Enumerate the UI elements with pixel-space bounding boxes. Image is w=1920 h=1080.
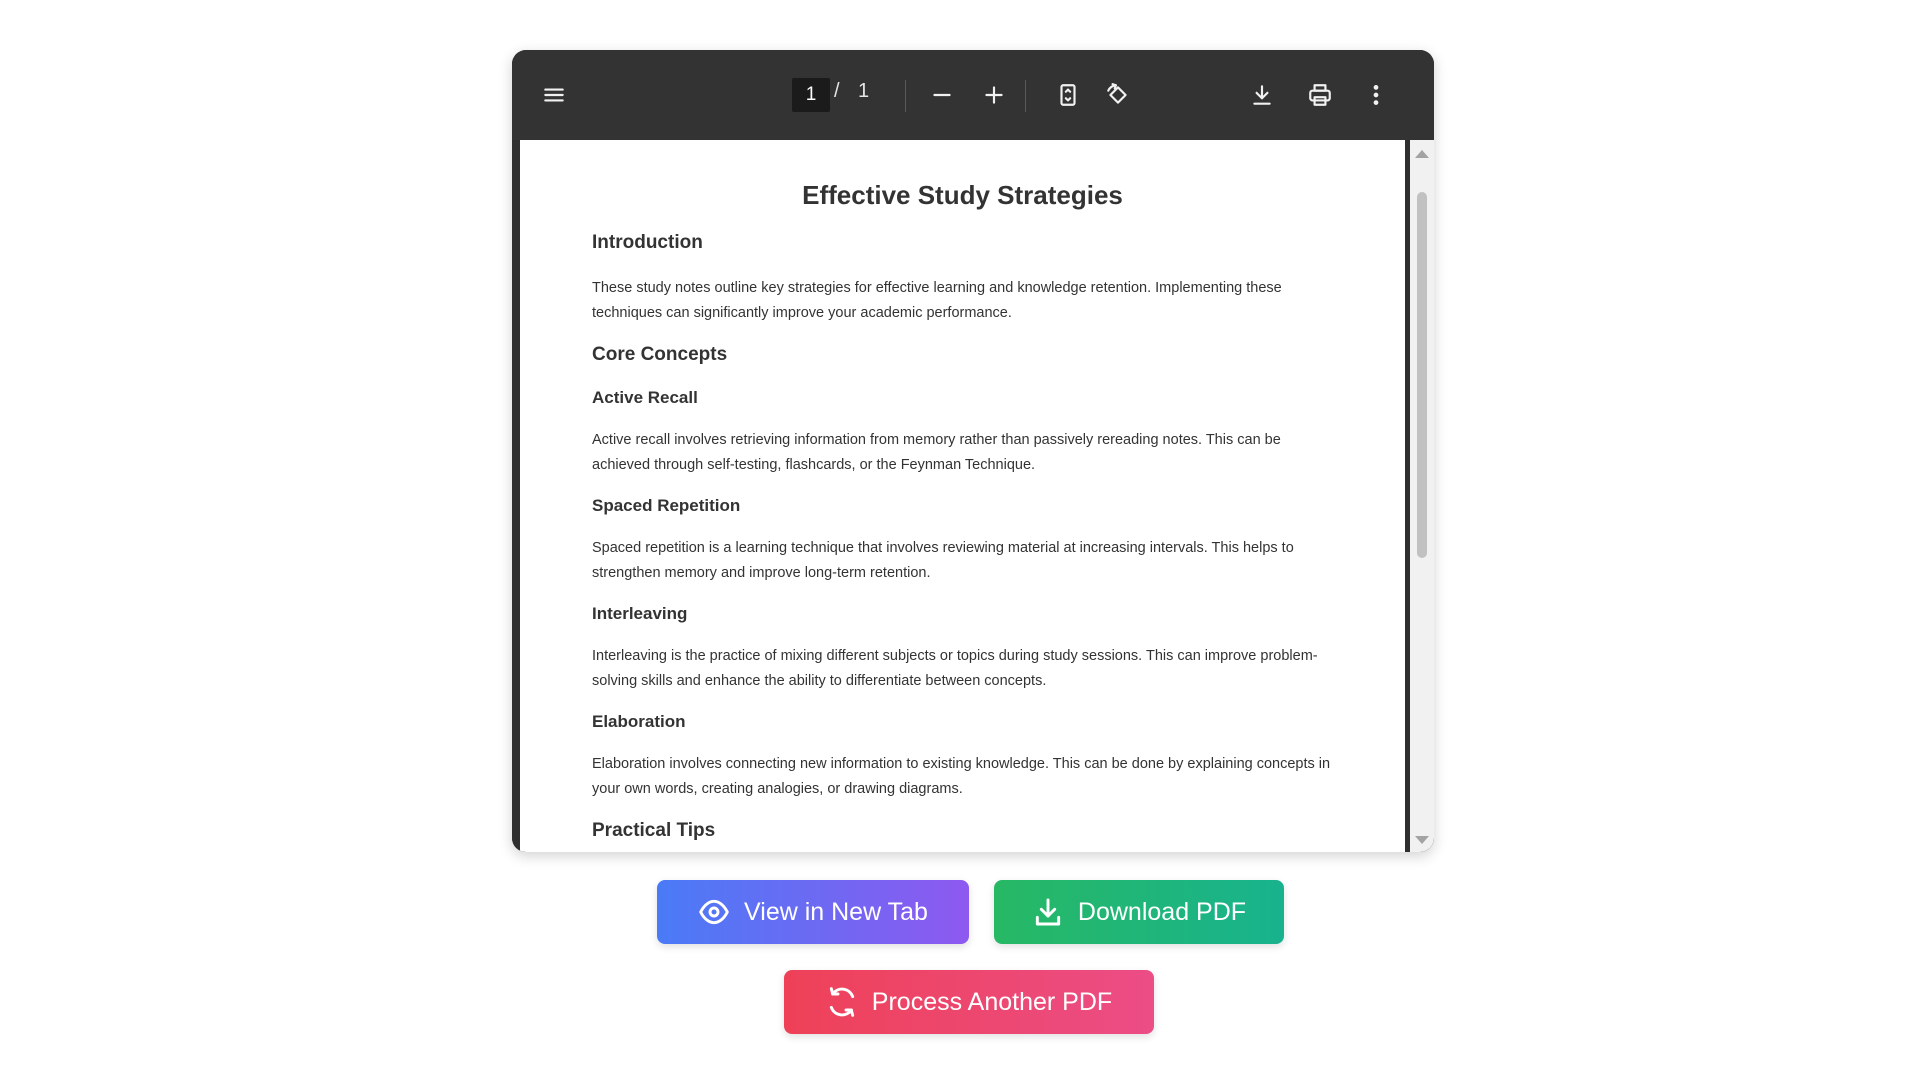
document-area[interactable]: Effective Study Strategies Introduction …: [512, 140, 1434, 852]
practical-tips-heading: Practical Tips: [592, 820, 716, 841]
intro-text: These study notes outline key strategies…: [592, 280, 1282, 321]
rotate-icon[interactable]: [1100, 77, 1136, 113]
section-heading: Elaboration: [592, 712, 686, 731]
page-separator: /: [834, 80, 840, 102]
download-pdf-label: Download PDF: [1077, 897, 1247, 926]
refresh-icon: [829, 987, 854, 1017]
fit-page-icon[interactable]: [1050, 77, 1086, 113]
vertical-scrollbar[interactable]: [1410, 140, 1434, 852]
scroll-down-arrow-icon[interactable]: [1415, 836, 1429, 844]
section-text: Elaboration involves connecting new info…: [592, 756, 1331, 797]
plus-icon[interactable]: [976, 77, 1012, 113]
toolbar-divider: [905, 80, 906, 112]
pdf-viewer: 1 / 1 Effective Study Strategies Introdu…: [512, 50, 1434, 852]
download-icon[interactable]: [1244, 77, 1280, 113]
hamburger-menu-icon[interactable]: [536, 77, 572, 113]
view-in-new-tab-label: View in New Tab: [744, 897, 928, 926]
eye-icon: [699, 899, 729, 925]
scrollbar-thumb[interactable]: [1417, 192, 1427, 558]
download-icon: [1035, 898, 1061, 926]
section-heading: Active Recall: [592, 388, 698, 407]
section-text: Spaced repetition is a learning techniqu…: [592, 540, 1294, 581]
section-text: Interleaving is the practice of mixing d…: [592, 648, 1318, 689]
pdf-page: Effective Study Strategies Introduction …: [520, 140, 1405, 852]
section-heading: Interleaving: [592, 604, 688, 623]
process-another-pdf-button[interactable]: Process Another PDF: [784, 970, 1154, 1034]
core-concepts-heading: Core Concepts: [592, 344, 728, 365]
document-title: Effective Study Strategies: [802, 180, 1123, 210]
section-text: Active recall involves retrieving inform…: [592, 432, 1281, 473]
page-total: 1: [858, 80, 870, 102]
more-vertical-icon[interactable]: [1358, 77, 1394, 113]
process-another-pdf-label: Process Another PDF: [871, 987, 1113, 1016]
section-heading: Spaced Repetition: [592, 496, 741, 515]
pdf-toolbar: 1 / 1: [512, 50, 1434, 140]
minus-icon[interactable]: [924, 77, 960, 113]
toolbar-divider: [1025, 80, 1026, 112]
view-in-new-tab-button[interactable]: View in New Tab: [657, 880, 969, 944]
print-icon[interactable]: [1302, 77, 1338, 113]
page-number-input[interactable]: 1: [792, 78, 830, 112]
document-content: Introduction These study notes outline k…: [592, 232, 1340, 852]
scroll-up-arrow-icon[interactable]: [1415, 150, 1429, 158]
download-pdf-button[interactable]: Download PDF: [994, 880, 1284, 944]
intro-heading: Introduction: [592, 232, 703, 253]
